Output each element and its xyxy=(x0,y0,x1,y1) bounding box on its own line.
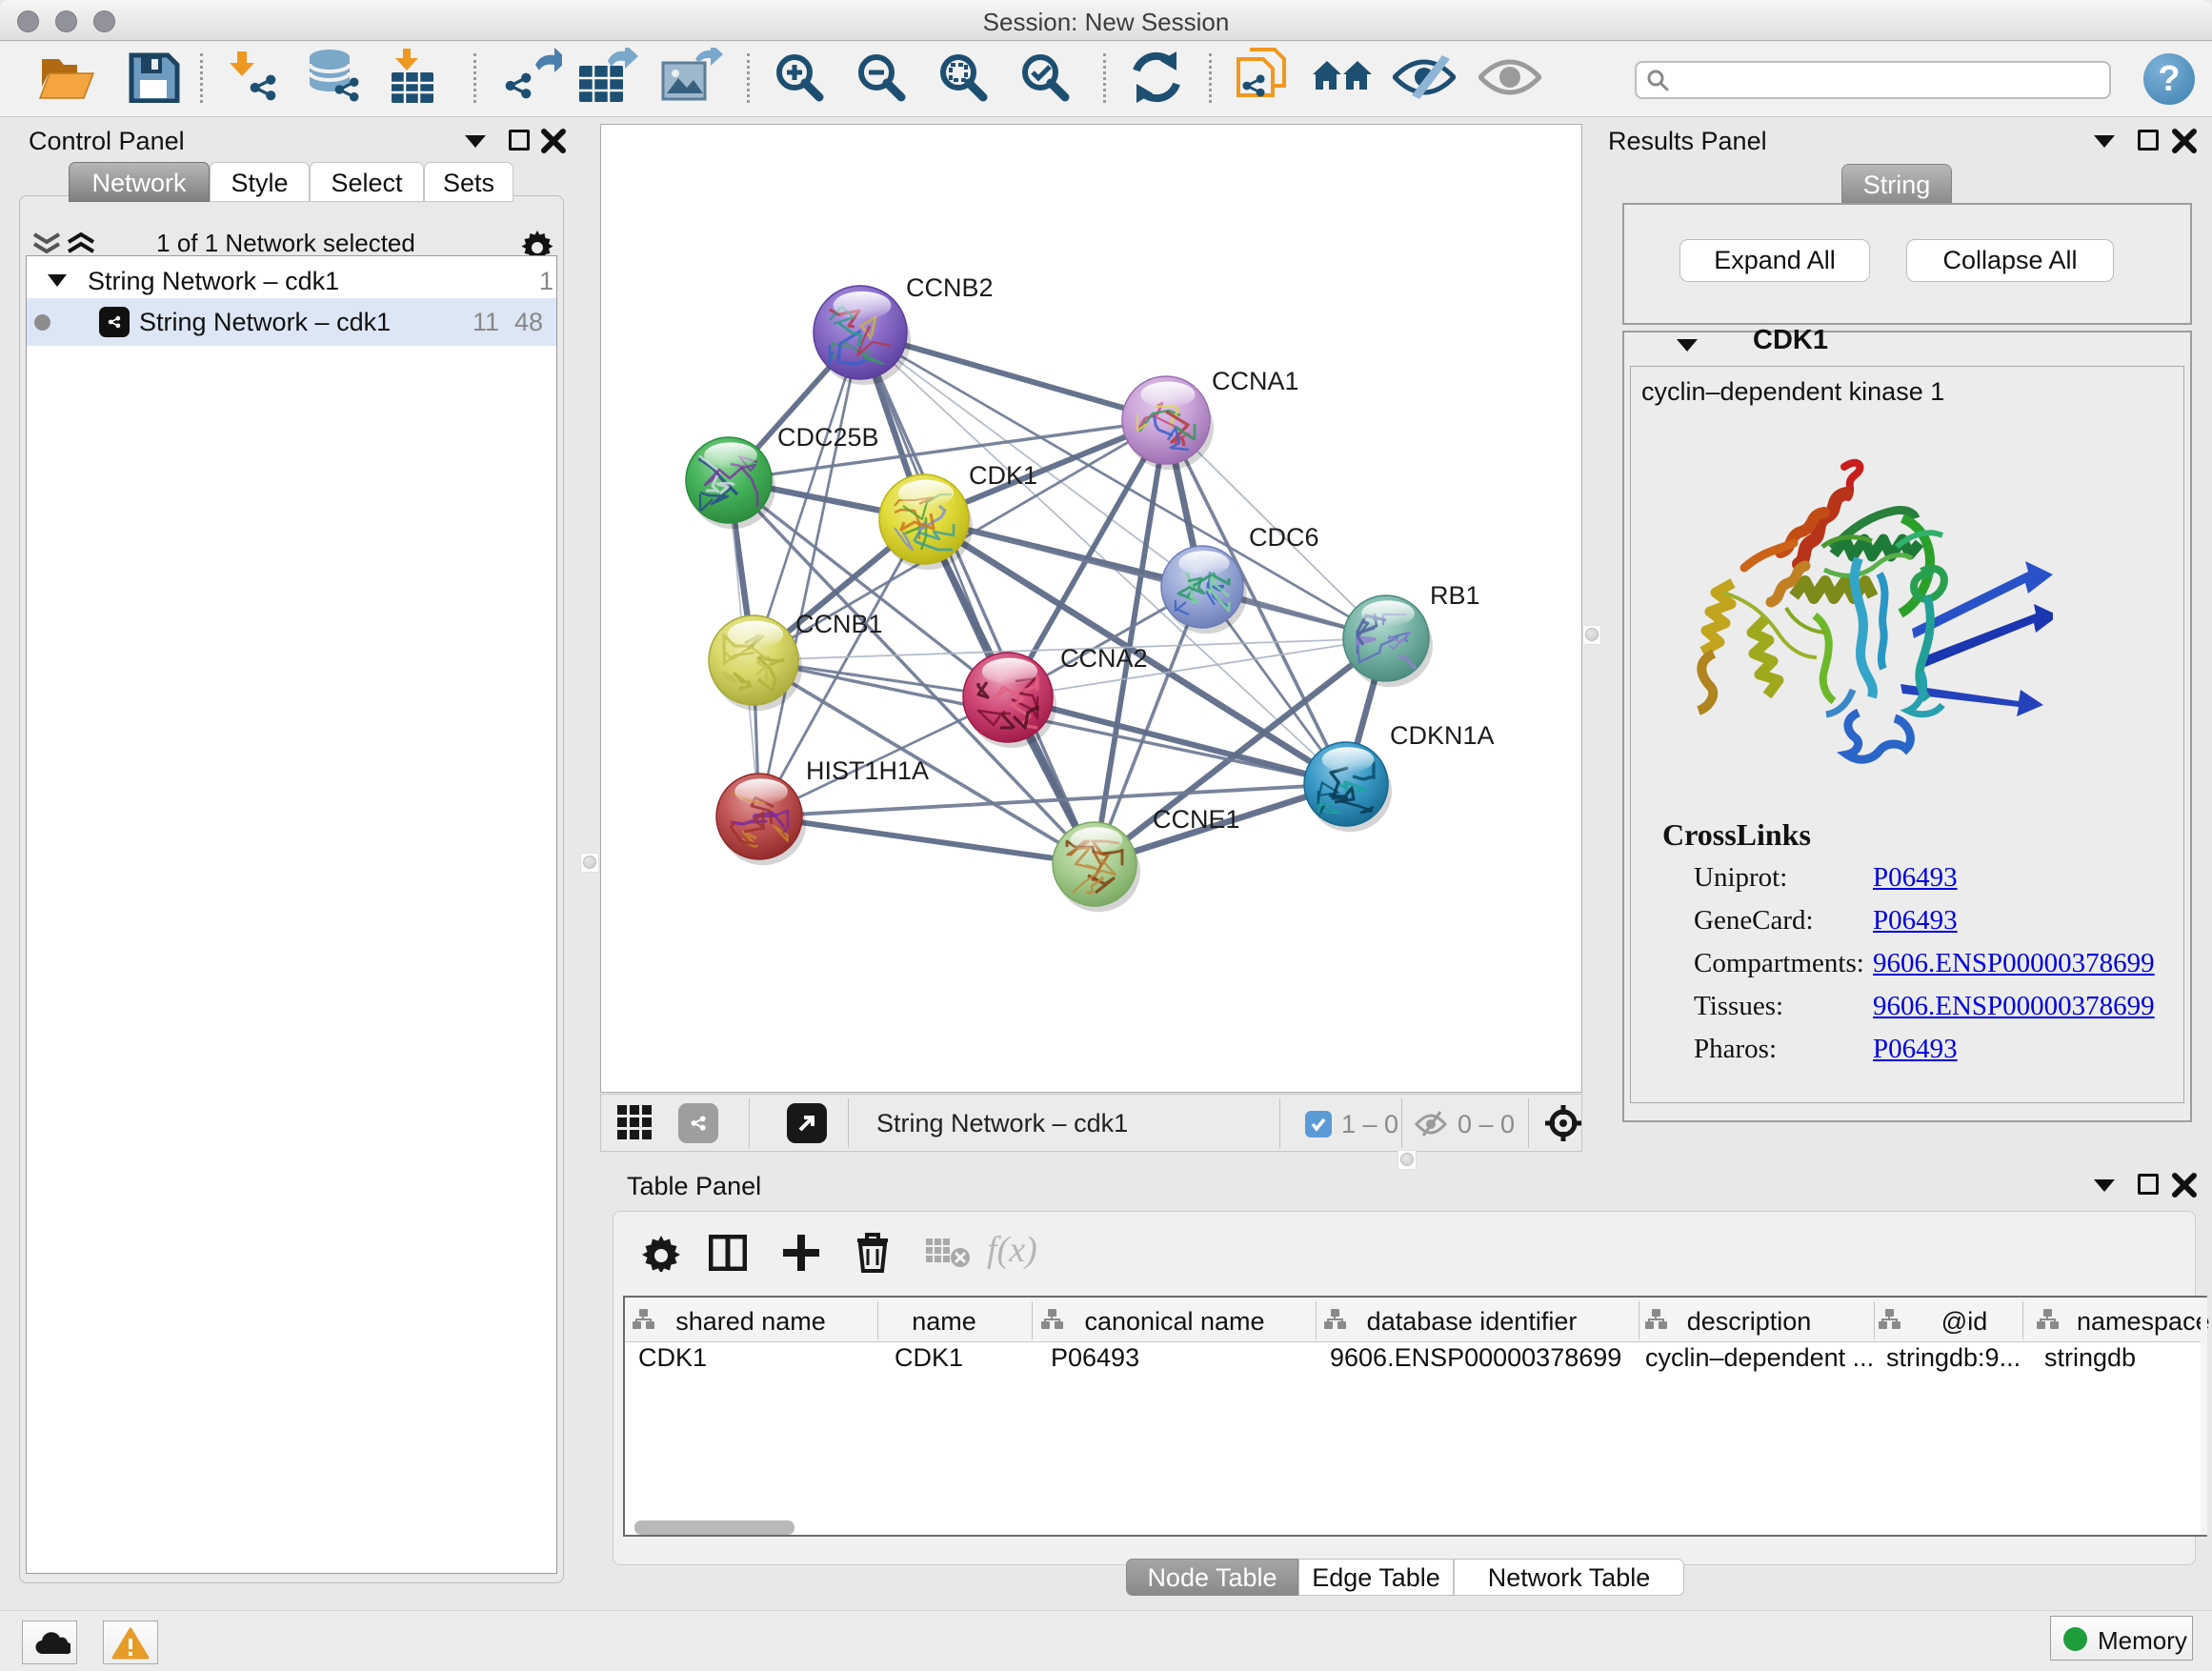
svg-text:CDKN1A: CDKN1A xyxy=(1390,721,1495,750)
svg-text:CCNA1: CCNA1 xyxy=(1212,367,1299,395)
svg-text:CCNB1: CCNB1 xyxy=(795,610,883,638)
svg-text:HIST1H1A: HIST1H1A xyxy=(806,756,929,785)
svg-text:CDC6: CDC6 xyxy=(1249,523,1319,552)
svg-text:CCNE1: CCNE1 xyxy=(1153,805,1240,834)
svg-text:CDK1: CDK1 xyxy=(969,461,1037,490)
svg-text:CDC25B: CDC25B xyxy=(777,423,879,452)
svg-text:RB1: RB1 xyxy=(1430,581,1480,610)
svg-text:CCNA2: CCNA2 xyxy=(1060,644,1148,673)
svg-text:CCNB2: CCNB2 xyxy=(906,273,994,302)
